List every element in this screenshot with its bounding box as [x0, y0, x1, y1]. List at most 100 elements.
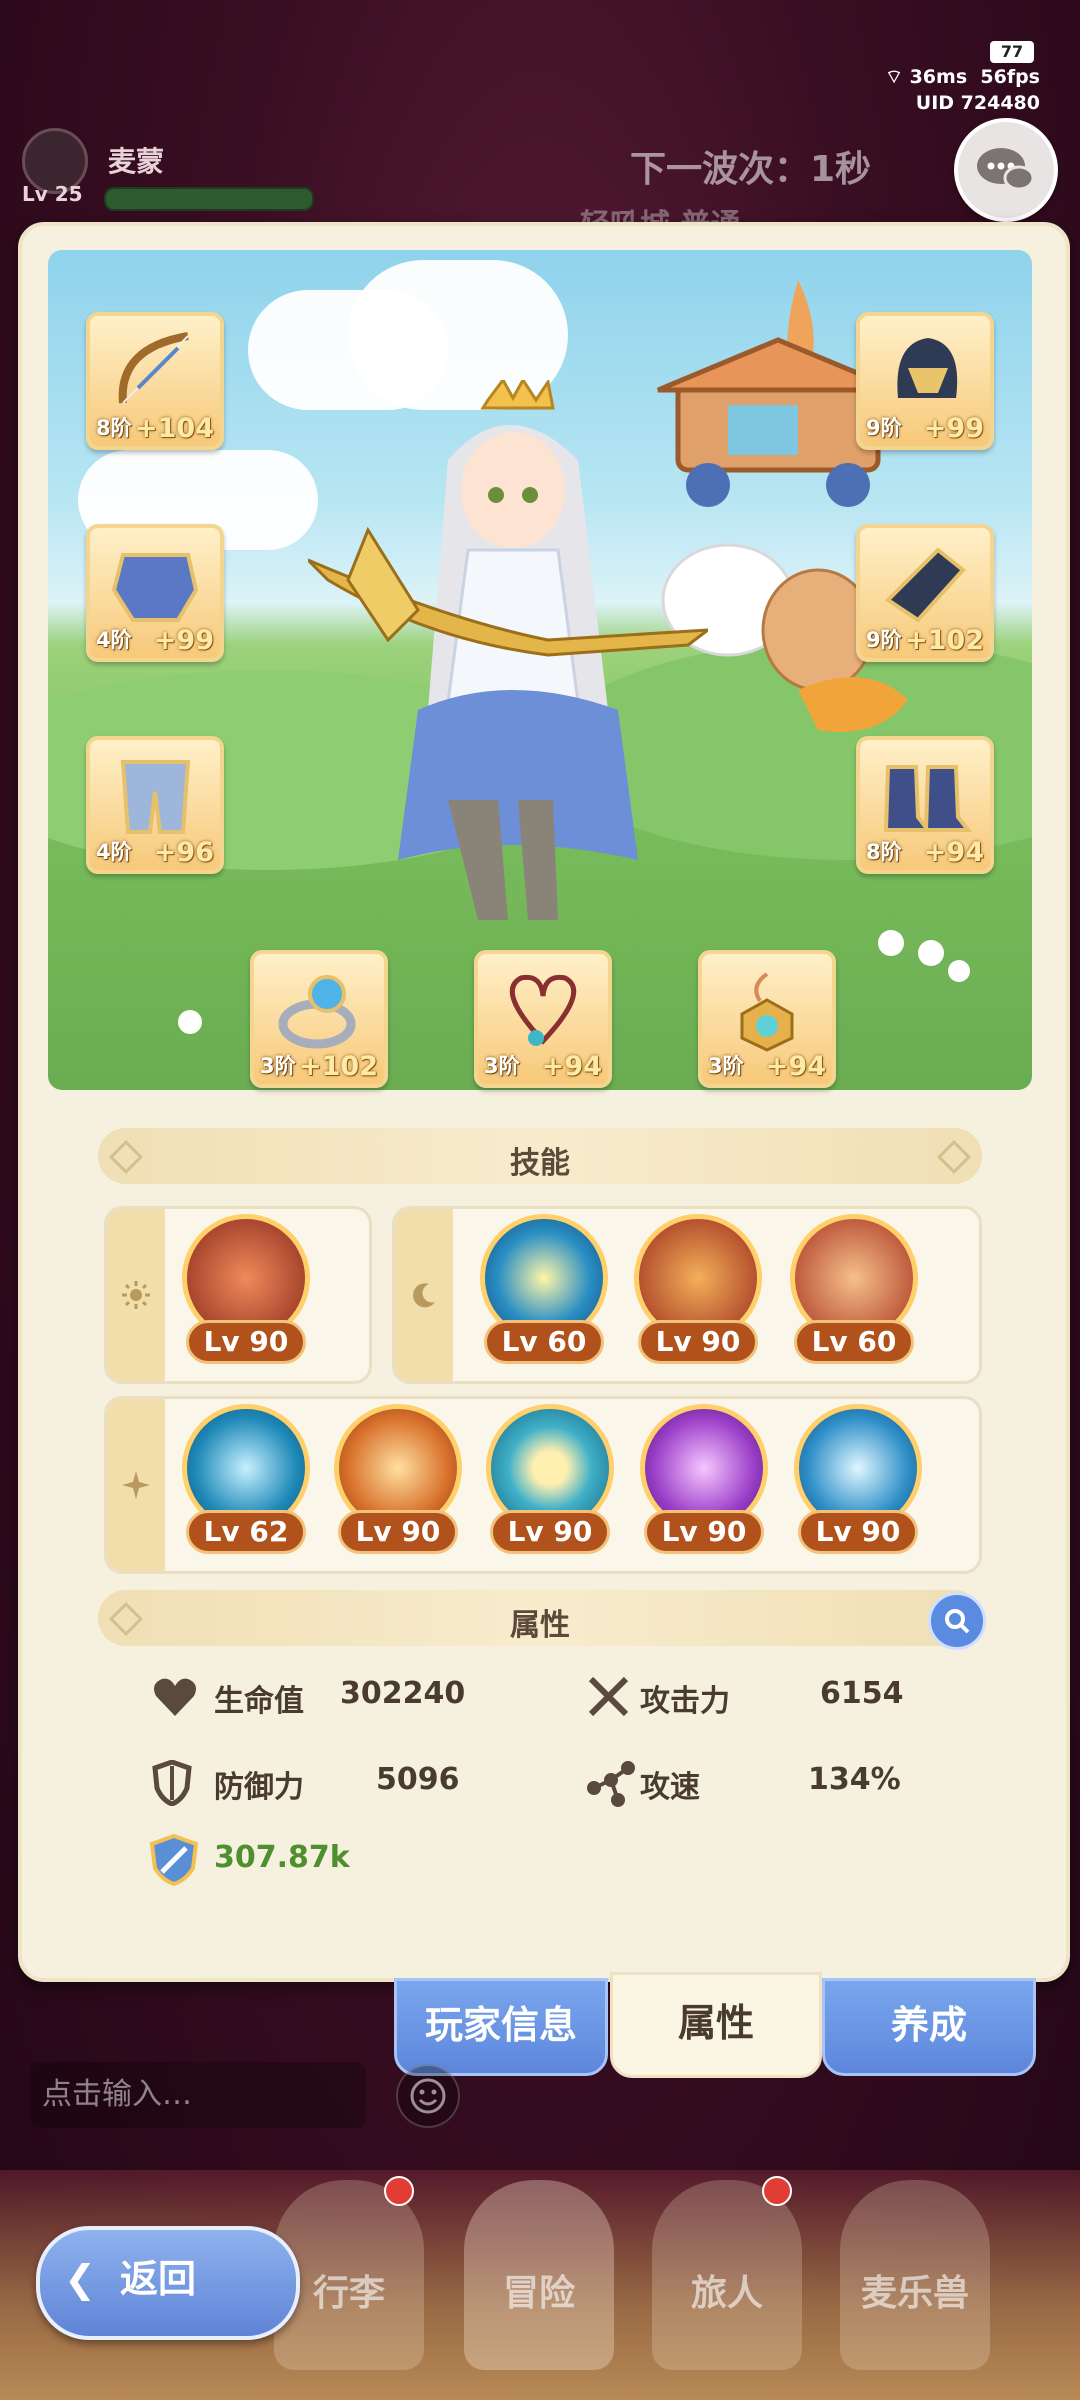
skill-level: Lv 90 — [338, 1510, 458, 1554]
skill-star-5[interactable]: Lv 90 — [794, 1404, 922, 1564]
status-overlay: 77 ⌔ 36ms 56fps UID 724480 — [885, 38, 1040, 116]
equip-slot-bow[interactable]: 8阶 +104 — [86, 312, 224, 450]
back-button[interactable]: ❮ 返回 — [36, 2226, 300, 2340]
equip-tier: 4阶 — [96, 628, 132, 652]
player-level: Lv 25 — [22, 182, 83, 206]
player-exp-bar — [104, 187, 314, 211]
attributes-section-header: 属性 — [98, 1590, 982, 1646]
equip-tier: 8阶 — [866, 840, 902, 864]
helmet-icon — [897, 338, 958, 398]
equip-slot-chest[interactable]: 4阶 +99 — [86, 524, 224, 662]
spd-label: 攻速 — [640, 1770, 700, 1805]
equip-tier: 4阶 — [96, 840, 132, 864]
ring-icon — [278, 975, 356, 1049]
attribute-details-button[interactable] — [928, 1592, 986, 1650]
fps-text: 56fps — [980, 66, 1040, 88]
equip-plus: +102 — [905, 625, 984, 656]
amulet-icon — [740, 972, 794, 1052]
hp-value: 302240 — [340, 1676, 466, 1711]
equip-plus: +102 — [299, 1051, 378, 1082]
def-value: 5096 — [376, 1762, 460, 1797]
wifi-icon: ⌔ — [885, 66, 903, 88]
nav-traveler-label: 旅人 — [690, 2273, 763, 2314]
chest-armor-icon — [111, 553, 199, 622]
shield-icon — [152, 1760, 192, 1806]
equip-slot-gauntlet[interactable]: 9阶 +102 — [856, 524, 994, 662]
chat-bubble-icon — [977, 148, 1035, 191]
back-arrow-icon: ❮ — [64, 2257, 96, 2301]
notification-dot — [384, 2176, 414, 2206]
smiley-icon — [410, 2078, 446, 2114]
ping-text: 36ms — [909, 66, 968, 88]
tab-player-info[interactable]: 玩家信息 — [394, 1978, 608, 2076]
def-label: 防御力 — [214, 1770, 304, 1805]
hp-label: 生命值 — [214, 1684, 304, 1719]
skill-star-1[interactable]: Lv 62 — [182, 1404, 310, 1564]
skills-section-header: 技能 — [98, 1128, 982, 1184]
equip-plus: +96 — [153, 837, 214, 868]
equip-tier: 3阶 — [260, 1054, 296, 1078]
star-icon — [107, 1399, 165, 1571]
equip-tier: 3阶 — [484, 1054, 520, 1078]
sun-icon — [107, 1209, 165, 1381]
equip-slot-amulet[interactable]: 3阶 +94 — [698, 950, 836, 1088]
equip-slot-boots[interactable]: 8阶 +94 — [856, 736, 994, 874]
crossed-swords-icon — [588, 1676, 629, 1717]
gauntlet-icon — [884, 547, 966, 623]
uid-text: UID 724480 — [915, 92, 1040, 114]
skill-moon-1[interactable]: Lv 60 — [480, 1214, 608, 1374]
nav-pet-label: 麦乐兽 — [860, 2273, 969, 2314]
equip-slot-legs[interactable]: 4阶 +96 — [86, 736, 224, 874]
equip-tier: 9阶 — [866, 416, 902, 440]
notification-dot — [762, 2176, 792, 2206]
boots-icon — [883, 765, 972, 832]
skill-level: Lv 90 — [490, 1510, 610, 1554]
back-label: 返回 — [120, 2257, 197, 2301]
equip-plus: +94 — [541, 1051, 602, 1082]
equip-plus: +99 — [923, 413, 984, 444]
skills-title: 技能 — [510, 1146, 570, 1181]
equip-plus: +99 — [153, 625, 214, 656]
atk-label: 攻击力 — [640, 1684, 730, 1719]
chat-input[interactable]: 点击输入… — [30, 2062, 366, 2128]
skill-level: Lv 60 — [484, 1320, 604, 1364]
skill-level: Lv 90 — [798, 1510, 918, 1554]
skill-level: Lv 62 — [186, 1510, 306, 1554]
equip-tier: 8阶 — [96, 416, 132, 440]
skill-star-2[interactable]: Lv 90 — [334, 1404, 462, 1564]
equip-tier: 3阶 — [708, 1054, 744, 1078]
leg-armor-icon — [120, 760, 191, 834]
player-name: 麦蒙 — [108, 145, 165, 178]
skill-moon-2[interactable]: Lv 90 — [634, 1214, 762, 1374]
attributes-title: 属性 — [510, 1608, 570, 1643]
tab-develop[interactable]: 养成 — [822, 1978, 1036, 2076]
wave-countdown: 下一波次：1秒 — [630, 149, 872, 190]
skill-moon-3[interactable]: Lv 60 — [790, 1214, 918, 1374]
combat-power-icon — [149, 1834, 199, 1886]
equip-plus: +104 — [135, 413, 214, 444]
equip-plus: +94 — [923, 837, 984, 868]
search-icon — [945, 1609, 970, 1634]
attack-speed-icon — [587, 1761, 635, 1807]
bow-icon — [118, 332, 189, 404]
skill-level: Lv 90 — [638, 1320, 758, 1364]
equip-slot-ring[interactable]: 3阶 +102 — [250, 950, 388, 1088]
emoji-button[interactable] — [396, 2064, 460, 2128]
heart-stat-icon — [154, 1678, 196, 1716]
skill-sun-1[interactable]: Lv 90 — [182, 1214, 310, 1374]
tab-attributes[interactable]: 属性 — [610, 1972, 822, 2078]
skill-level: Lv 60 — [794, 1320, 914, 1364]
skill-level: Lv 90 — [644, 1510, 764, 1554]
necklace-icon — [509, 974, 577, 1046]
skill-star-4[interactable]: Lv 90 — [640, 1404, 768, 1564]
moon-icon — [395, 1209, 453, 1381]
nav-adventure-label: 冒险 — [502, 2273, 575, 2314]
equip-plus: +94 — [765, 1051, 826, 1082]
combat-power-value: 307.87k — [214, 1840, 350, 1875]
chat-button[interactable] — [954, 118, 1058, 222]
equip-slot-necklace[interactable]: 3阶 +94 — [474, 950, 612, 1088]
equip-slot-helmet[interactable]: 9阶 +99 — [856, 312, 994, 450]
spd-value: 134% — [808, 1762, 901, 1797]
atk-value: 6154 — [820, 1676, 904, 1711]
skill-star-3[interactable]: Lv 90 — [486, 1404, 614, 1564]
